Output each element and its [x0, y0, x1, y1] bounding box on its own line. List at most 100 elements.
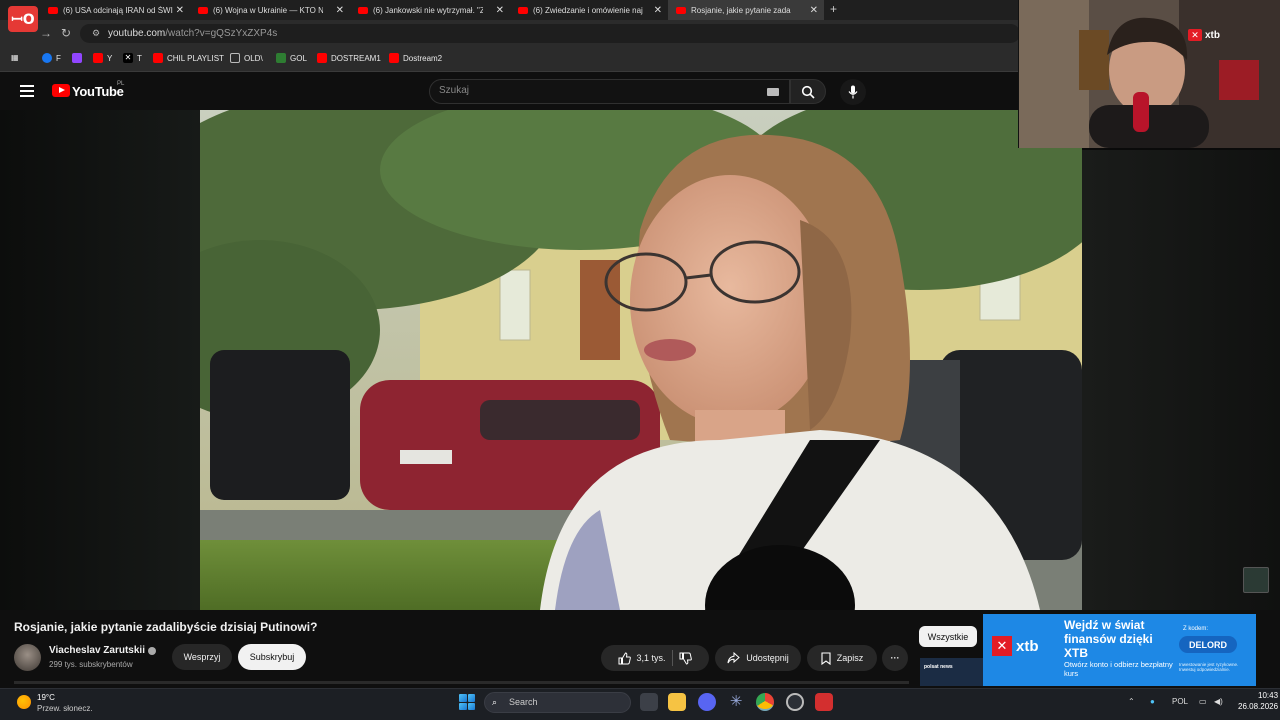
red-app-icon[interactable]	[815, 693, 833, 711]
like-button[interactable]: 3,1 tys.	[618, 651, 666, 665]
taskbar-search-label: Search	[509, 697, 538, 707]
folder-icon	[230, 53, 240, 63]
support-button[interactable]: Wesprzyj	[172, 644, 232, 670]
weather-temperature[interactable]: 19°C	[37, 693, 55, 702]
channel-name-text: Viacheslav Zarutskii	[49, 645, 145, 656]
discord-icon[interactable]	[698, 693, 716, 711]
tray-mic-icon[interactable]: ●	[1150, 697, 1155, 706]
ambient-glow-left	[0, 110, 200, 610]
search-button[interactable]	[790, 79, 826, 104]
facebook-icon	[42, 53, 52, 63]
apps-grid-icon[interactable]: ▦	[11, 53, 19, 62]
youtube-favicon-icon	[358, 6, 368, 14]
share-label: Udostępnij	[746, 653, 789, 663]
corner-avatar-icon	[1243, 567, 1269, 593]
site-info-icon[interactable]: ⚙	[92, 28, 100, 39]
streamer-webcam	[1018, 0, 1280, 148]
youtube-icon	[153, 53, 163, 63]
bookmark-label: F	[56, 53, 61, 63]
weather-sun-icon[interactable]	[17, 695, 31, 709]
bookmark-label: T	[137, 53, 142, 63]
volume-icon[interactable]: ◀)	[1214, 697, 1223, 706]
file-explorer-icon[interactable]	[668, 693, 686, 711]
browser-tab[interactable]: (6) Jankowski nie wytrzymał. "Z ✕	[350, 0, 510, 20]
channel-avatar[interactable]	[14, 644, 41, 671]
tab-close-icon[interactable]: ✕	[496, 5, 504, 16]
like-count: 3,1 tys.	[636, 653, 666, 663]
search-input[interactable]	[429, 79, 790, 104]
task-view-icon[interactable]	[640, 693, 658, 711]
new-tab-button[interactable]: +	[830, 2, 837, 16]
bookmark-twitch[interactable]	[72, 53, 82, 63]
bookmark-chil-playlist[interactable]: CHIL PLAYLIST	[153, 53, 224, 63]
thumbs-down-icon	[679, 652, 692, 665]
system-clock[interactable]: 10:43 26.08.2026	[1238, 691, 1278, 713]
country-code: PL	[117, 81, 125, 87]
bookmark-x[interactable]: ✕ T	[123, 53, 142, 63]
webcam-sponsor-label: xtb	[1205, 29, 1220, 41]
browser-tab-active[interactable]: Rosjanie, jakie pytanie zada ✕	[668, 0, 824, 20]
clock-date: 26.08.2026	[1238, 701, 1279, 711]
twitch-icon	[72, 53, 82, 63]
url-host: youtube.com	[108, 28, 166, 39]
weather-description[interactable]: Przew. słonecz.	[37, 704, 93, 713]
menu-hamburger-icon[interactable]	[20, 85, 34, 97]
tab-close-icon[interactable]: ✕	[336, 5, 344, 16]
sparkle-app-icon[interactable]: ✳	[727, 693, 745, 711]
youtube-logo-icon[interactable]	[52, 84, 70, 97]
share-button[interactable]: Udostępnij	[715, 645, 801, 671]
bookmark-label: CHIL PLAYLIST	[167, 53, 224, 63]
save-button[interactable]: Zapisz	[807, 645, 877, 671]
obs-icon[interactable]	[786, 693, 804, 711]
tab-label: Rosjanie, jakie pytanie zada	[691, 5, 791, 15]
filter-chip-all[interactable]: Wszystkie	[919, 626, 977, 647]
filter-chip-label: Wszystkie	[927, 631, 969, 642]
webcam-image	[1019, 0, 1280, 148]
network-icon[interactable]: ▭	[1199, 697, 1207, 706]
bookmark-folder-old[interactable]: OLD\	[230, 53, 263, 63]
more-actions-button[interactable]: ···	[882, 645, 908, 671]
forward-arrow-icon[interactable]: →	[40, 26, 52, 40]
bookmark-youtube[interactable]: Y	[93, 53, 112, 63]
browser-tab[interactable]: (6) Wojna w Ukrainie — KTO N ✕	[190, 0, 350, 20]
bookmark-facebook[interactable]: F	[42, 53, 61, 63]
taskbar-search-field[interactable]	[484, 692, 631, 713]
tray-overflow-chevron-icon[interactable]: ⌃	[1128, 697, 1135, 706]
youtube-wordmark[interactable]: YouTube	[72, 84, 124, 99]
search-icon	[801, 85, 815, 99]
bookmark-gol[interactable]: GOL	[276, 53, 307, 63]
verified-check-icon	[147, 646, 156, 655]
tab-label: (6) USA odcinają IRAN od ŚWIA	[63, 5, 173, 15]
bookmark-dostream2[interactable]: Dostream2	[389, 53, 442, 63]
save-label: Zapisz	[836, 653, 864, 663]
like-dislike-group[interactable]: 3,1 tys.	[601, 645, 709, 671]
youtube-icon	[389, 53, 399, 63]
bookmark-dostream1[interactable]: DOSTREAM1	[317, 53, 381, 63]
tab-close-icon[interactable]: ✕	[654, 5, 662, 16]
bookmark-label: Dostream2	[403, 53, 443, 63]
voice-search-button[interactable]	[840, 79, 866, 105]
tab-close-icon[interactable]: ✕	[176, 5, 184, 16]
more-dots-icon: ···	[890, 653, 900, 663]
related-video-thumbnail[interactable]: polsat news	[920, 658, 984, 686]
channel-name[interactable]: Viacheslav Zarutskii	[49, 645, 156, 656]
webcam-sponsor-badge: ✕ xtb	[1188, 29, 1220, 41]
tab-close-icon[interactable]: ✕	[810, 5, 818, 16]
subscribe-button[interactable]: Subskrybuj	[238, 644, 306, 670]
video-frame-image	[200, 110, 1082, 610]
xtb-ad-banner[interactable]: ✕ xtb Wejdź w świat finansów dzięki XTB O…	[983, 614, 1256, 686]
url-text[interactable]: youtube.com/watch?v=gQSzYxZXP4s	[108, 28, 277, 39]
windows-start-icon[interactable]	[459, 694, 475, 710]
tab-label: (6) Jankowski nie wytrzymał. "Z	[373, 5, 483, 15]
language-indicator[interactable]: POL	[1172, 697, 1188, 706]
dislike-button[interactable]	[679, 652, 692, 665]
keyboard-icon[interactable]	[767, 88, 779, 96]
reload-icon[interactable]: ↻	[61, 26, 71, 40]
ad-headline: Wejdź w świat finansów dzięki XTB	[1064, 618, 1153, 660]
chrome-icon[interactable]	[756, 693, 774, 711]
video-player[interactable]	[200, 110, 1082, 610]
browser-tab[interactable]: (6) Zwiedzanie i omówienie naj ✕	[510, 0, 668, 20]
streamer-logo: ꟷO	[8, 6, 38, 32]
browser-tab[interactable]: (6) USA odcinają IRAN od ŚWIA ✕	[40, 0, 190, 20]
youtube-icon	[317, 53, 327, 63]
